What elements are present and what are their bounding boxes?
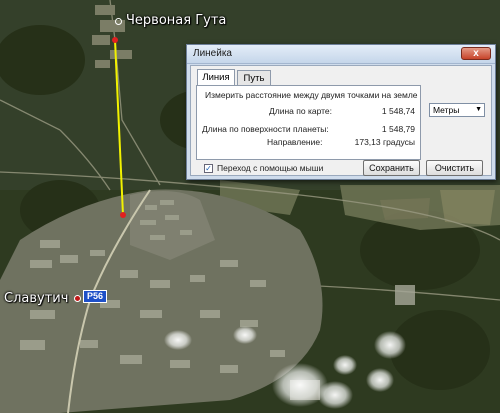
chevron-down-icon: ▼ (475, 106, 482, 113)
clear-button[interactable]: Очистить (426, 160, 483, 176)
tab-line[interactable]: Линия (197, 69, 235, 86)
place-label-slavutich[interactable]: Славутич (4, 291, 68, 306)
direction-value: 173,13 градусы (354, 137, 415, 147)
unit-select-value: Метры (433, 105, 460, 115)
ruler-title: Линейка (193, 48, 232, 59)
road-shield: P56 (83, 290, 108, 303)
instruction-text: Измерить расстояние между двумя точками … (205, 90, 418, 100)
surface-length-value: 1 548,79 (381, 124, 415, 134)
ruler-dialog: Линейка x Линия Путь Измерить расстояние… (186, 44, 496, 180)
mouse-navigation-checkbox[interactable]: ✓ (204, 164, 213, 173)
tab-path[interactable]: Путь (237, 70, 271, 85)
close-button[interactable]: x (461, 47, 491, 60)
place-marker-chervonaya-guta[interactable] (115, 18, 122, 25)
save-button[interactable]: Сохранить (363, 160, 420, 176)
ruler-title-bar[interactable]: Линейка x (187, 45, 495, 64)
map-length-value: 1 548,74 (381, 106, 415, 116)
measure-end-point[interactable] (120, 212, 126, 218)
surface-length-label: Длина по поверхности планеты: (202, 124, 329, 134)
direction-label: Направление: (267, 137, 323, 147)
measurement-panel: Измерить расстояние между двумя точками … (196, 85, 421, 160)
ruler-body: Линия Путь Измерить расстояние между дву… (190, 65, 492, 176)
map-length-label: Длина по карте: (269, 106, 332, 116)
measure-start-point[interactable] (112, 37, 118, 43)
place-label-chervonaya-guta[interactable]: Червоная Гута (126, 13, 226, 28)
mouse-navigation-label[interactable]: Переход с помощью мыши (217, 163, 323, 173)
place-marker-slavutich[interactable] (74, 295, 81, 302)
unit-select[interactable]: Метры ▼ (429, 103, 485, 117)
